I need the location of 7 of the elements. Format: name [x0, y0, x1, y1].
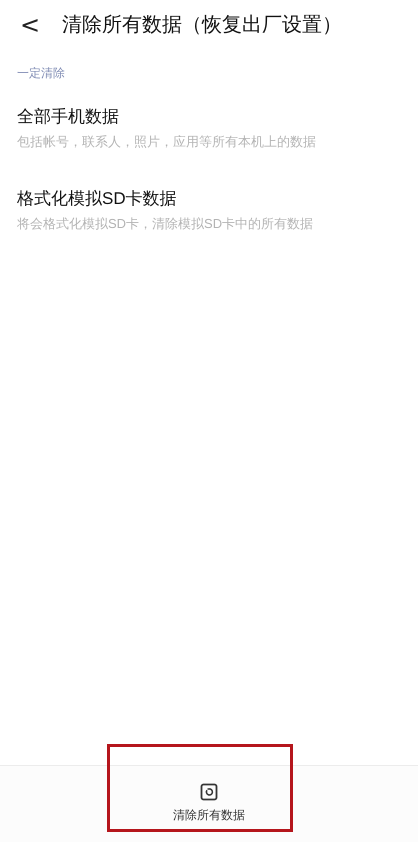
section-label: 一定清除 [17, 65, 66, 82]
back-button[interactable]: < [16, 13, 44, 37]
page-title: 清除所有数据（恢复出厂设置） [62, 13, 342, 38]
clear-data-button[interactable]: 清除所有数据 [173, 783, 245, 824]
reset-icon [200, 783, 218, 801]
settings-item[interactable]: 全部手机数据 包括帐号，联系人，照片，应用等所有本机上的数据 [0, 104, 418, 186]
settings-item[interactable]: 格式化模拟SD卡数据 将会格式化模拟SD卡，清除模拟SD卡中的所有数据 [0, 186, 418, 268]
